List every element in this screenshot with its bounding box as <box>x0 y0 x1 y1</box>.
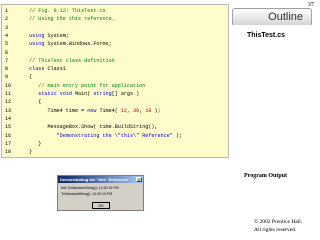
code-line: 9 { <box>5 74 32 81</box>
line-number: 17 <box>5 140 12 147</box>
code-token: using <box>23 41 48 48</box>
program-output-label: Program Output <box>244 173 288 179</box>
ok-button[interactable]: OK <box>92 202 110 209</box>
code-token: Time4( <box>99 107 121 114</box>
code-token: "Demonstrating the \"this\" Reference" <box>23 132 173 139</box>
code-panel: 1 // Fig. 8.12: ThisTest.cs 2 // Using th… <box>1 4 229 158</box>
line-number: 15 <box>5 124 12 131</box>
line-number: 1 <box>5 8 9 14</box>
code-token: class <box>23 66 48 73</box>
outline-tab[interactable]: Outline <box>232 8 312 25</box>
line-number: 12 <box>5 99 12 106</box>
code-token: System.Windows.Forms; <box>47 41 112 48</box>
dialog-message-line-1: this.ToStandardString(): 12:30:19 PM <box>61 186 119 190</box>
line-number: 13 <box>5 107 12 114</box>
code-token: { <box>23 99 42 106</box>
code-token: ); <box>172 132 182 139</box>
code-line: 3 <box>5 25 23 32</box>
code-token: } <box>23 140 42 147</box>
copyright-line-2: All rights reserved. <box>254 227 297 233</box>
code-line: 18 } <box>5 149 32 156</box>
copyright-line-1: © 2002 Prentice Hall. <box>254 219 303 225</box>
code-line: 17 } <box>5 141 41 148</box>
code-line: 2 // Using the this reference. <box>5 16 115 23</box>
line-number: 9 <box>5 74 9 81</box>
code-token: } <box>23 149 33 156</box>
line-number: 5 <box>5 41 9 48</box>
code-token: // Using the this reference. <box>23 16 115 23</box>
line-number: 7 <box>5 57 9 64</box>
line-number: 6 <box>5 49 9 56</box>
code-line: 14 <box>5 116 23 123</box>
code-token: System; <box>47 32 69 39</box>
copyright: © 2002 Prentice Hall. All rights reserve… <box>254 218 302 234</box>
line-number: 14 <box>5 115 12 122</box>
code-line: 13 Time4 time = new Time4( 12, 30, 19 ); <box>5 108 161 115</box>
code-line: 11 static void Main( string[] args ) <box>5 91 139 98</box>
code-line: 15 MessageBox.Show( time.BuildString(), <box>5 124 158 131</box>
code-token: Time4 time = <box>23 107 88 114</box>
code-token: ); <box>151 107 161 114</box>
code-token: [] args ) <box>111 91 140 97</box>
code-line: 12 { <box>5 99 41 106</box>
line-number: 10 <box>5 82 12 89</box>
message-box-dialog: Demonstrating the "this" Reference × thi… <box>57 175 144 211</box>
line-number: 3 <box>5 24 9 31</box>
code-line: 7 // ThisTest class definition <box>5 58 115 65</box>
code-token: static void <box>23 91 75 97</box>
dialog-message-line-2: ToStandardString(): 12:30:19 PM <box>61 192 113 196</box>
line-number: 11 <box>5 91 12 97</box>
close-icon[interactable]: × <box>136 177 142 182</box>
code-token: using <box>23 32 48 39</box>
code-token: string <box>93 91 112 97</box>
code-token: Class1 <box>47 66 66 73</box>
code-line: 16 "Demonstrating the \"this\" Reference… <box>5 133 182 140</box>
code-line: 8 class Class1 <box>5 66 66 73</box>
code-line: 10 // main entry point for application <box>5 83 145 90</box>
code-token: Main( <box>74 91 94 97</box>
code-token: { <box>23 74 33 81</box>
code-token: // Fig. 8.12: ThisTest.cs <box>23 8 106 14</box>
line-number: 16 <box>5 132 12 139</box>
code-line: 4 using System; <box>5 33 69 40</box>
dialog-title: Demonstrating the "this" Reference <box>60 177 128 182</box>
code-line: 6 <box>5 50 23 57</box>
outline-label: Outline <box>268 11 303 23</box>
code-token: MessageBox.Show( time.BuildString(), <box>23 124 158 131</box>
dialog-titlebar: Demonstrating the "this" Reference × <box>58 176 143 183</box>
line-number: 4 <box>5 32 9 39</box>
line-number: 18 <box>5 149 12 156</box>
line-number: 2 <box>5 16 9 23</box>
code-line: 1 // Fig. 8.12: ThisTest.cs <box>5 8 106 15</box>
code-line: 5 using System.Windows.Forms; <box>5 41 112 48</box>
code-token: // main entry point for application <box>23 82 146 89</box>
code-token: new <box>87 107 100 114</box>
code-token: // ThisTest class definition <box>23 57 115 64</box>
file-name: ThisTest.cs <box>247 32 285 39</box>
line-number: 8 <box>5 66 9 73</box>
